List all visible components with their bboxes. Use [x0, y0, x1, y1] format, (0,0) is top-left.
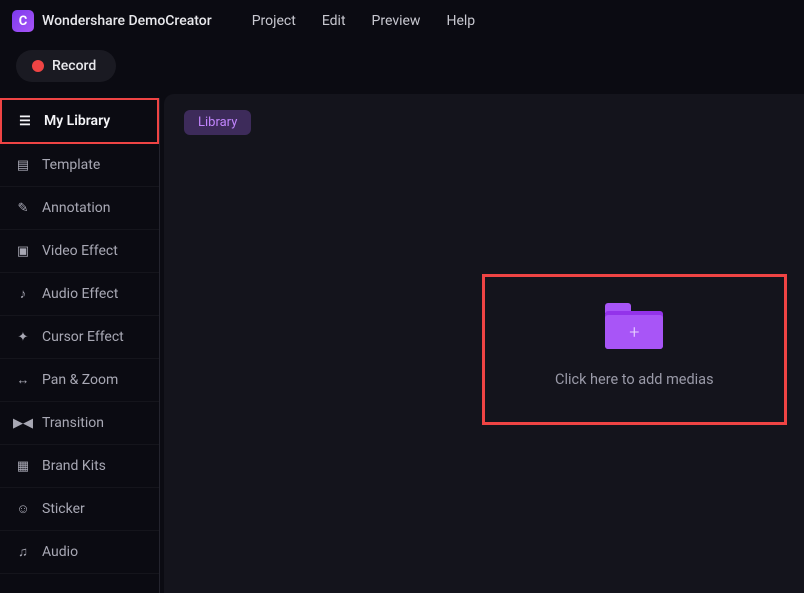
cursor-effect-icon: ✦	[14, 328, 32, 346]
highlight-box-dropzone: + Click here to add medias	[482, 274, 787, 425]
sidebar-item-label: My Library	[44, 113, 110, 129]
sticker-icon: ☺	[14, 500, 32, 518]
main-panel: Library + Click here to add medias	[164, 94, 804, 593]
sidebar-item-label: Annotation	[42, 200, 110, 216]
app-logo-icon	[12, 10, 34, 32]
sidebar-item-video-effect[interactable]: ▣ Video Effect	[0, 230, 159, 273]
sidebar-item-cursor-effect[interactable]: ✦ Cursor Effect	[0, 316, 159, 359]
tab-library[interactable]: Library	[184, 110, 251, 135]
sidebar-item-my-library[interactable]: ☰ My Library	[0, 98, 159, 144]
menubar: Project Edit Preview Help	[252, 13, 475, 29]
record-button-label: Record	[52, 58, 96, 74]
app-title: Wondershare DemoCreator	[42, 13, 212, 29]
pan-zoom-icon: ↔	[14, 371, 32, 389]
menu-edit[interactable]: Edit	[322, 13, 346, 29]
record-dot-icon	[32, 60, 44, 72]
sidebar-item-label: Cursor Effect	[42, 329, 124, 345]
sidebar-item-label: Sticker	[42, 501, 85, 517]
sidebar-item-sticker[interactable]: ☺ Sticker	[0, 488, 159, 531]
sidebar-item-label: Pan & Zoom	[42, 372, 118, 388]
sidebar-item-label: Audio Effect	[42, 286, 118, 302]
layers-icon: ☰	[16, 112, 34, 130]
record-button[interactable]: Record	[16, 50, 116, 82]
sidebar-item-audio[interactable]: ♫ Audio	[0, 531, 159, 574]
sidebar-item-audio-effect[interactable]: ♪ Audio Effect	[0, 273, 159, 316]
sidebar: ☰ My Library ▤ Template ✎ Annotation ▣ V…	[0, 98, 160, 593]
folder-plus-icon: +	[605, 305, 663, 349]
titlebar: Wondershare DemoCreator Project Edit Pre…	[0, 0, 804, 42]
sidebar-item-pan-zoom[interactable]: ↔ Pan & Zoom	[0, 359, 159, 402]
transition-icon: ▶◀	[14, 414, 32, 432]
menu-preview[interactable]: Preview	[372, 13, 421, 29]
sidebar-item-label: Template	[42, 157, 100, 173]
sidebar-item-label: Transition	[42, 415, 104, 431]
add-media-dropzone[interactable]: + Click here to add medias	[555, 305, 714, 388]
sidebar-item-template[interactable]: ▤ Template	[0, 144, 159, 187]
audio-icon: ♫	[14, 543, 32, 561]
sidebar-item-label: Brand Kits	[42, 458, 106, 474]
video-effect-icon: ▣	[14, 242, 32, 260]
menu-help[interactable]: Help	[446, 13, 475, 29]
dropzone-text: Click here to add medias	[555, 371, 714, 388]
toolbar: Record	[0, 42, 804, 98]
annotation-icon: ✎	[14, 199, 32, 217]
audio-effect-icon: ♪	[14, 285, 32, 303]
sidebar-item-annotation[interactable]: ✎ Annotation	[0, 187, 159, 230]
sidebar-item-transition[interactable]: ▶◀ Transition	[0, 402, 159, 445]
menu-project[interactable]: Project	[252, 13, 296, 29]
workspace: ☰ My Library ▤ Template ✎ Annotation ▣ V…	[0, 98, 804, 593]
brand-kits-icon: ▦	[14, 457, 32, 475]
sidebar-item-label: Video Effect	[42, 243, 118, 259]
template-icon: ▤	[14, 156, 32, 174]
sidebar-item-label: Audio	[42, 544, 78, 560]
sidebar-item-brand-kits[interactable]: ▦ Brand Kits	[0, 445, 159, 488]
